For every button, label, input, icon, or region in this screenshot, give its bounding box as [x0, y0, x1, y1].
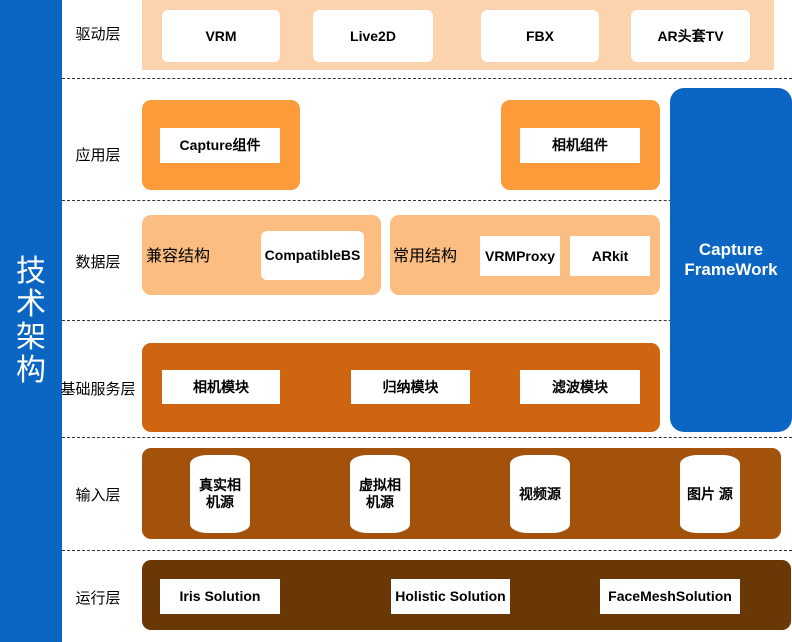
capture-component: Capture组件: [160, 128, 280, 163]
layer-label-application: 应用层: [54, 143, 142, 165]
real-camera-source: 真实相机源: [190, 455, 250, 533]
compatible-bs: CompatibleBS: [261, 231, 364, 280]
common-structure-label: 常用结构: [393, 243, 457, 265]
layer-divider: [62, 437, 792, 438]
layer-label-runtime: 运行层: [54, 586, 142, 608]
image-source: 图片 源: [680, 455, 740, 533]
framework-title-line1: Capture: [699, 240, 763, 260]
driver-item-ar-headset-tv: AR头套TV: [631, 10, 750, 62]
layer-label-data: 数据层: [54, 250, 142, 272]
arkit: ARkit: [570, 236, 650, 276]
layer-label-driver: 驱动层: [54, 22, 142, 44]
camera-component: 相机组件: [520, 128, 640, 163]
architecture-title: 技术架构: [15, 255, 47, 387]
layer-divider: [62, 78, 792, 79]
vrm-proxy: VRMProxy: [480, 236, 560, 276]
capture-framework-block: Capture FrameWork: [670, 88, 792, 432]
side-title-bar: 技术架构: [0, 0, 62, 642]
virtual-camera-source: 虚拟相机源: [350, 455, 410, 533]
driver-item-vrm: VRM: [162, 10, 280, 62]
driver-item-fbx: FBX: [481, 10, 599, 62]
induction-module: 归纳模块: [351, 370, 470, 404]
video-source: 视频源: [510, 455, 570, 533]
filter-module: 滤波模块: [520, 370, 640, 404]
layer-label-input: 输入层: [54, 483, 142, 505]
compat-structure-label: 兼容结构: [146, 243, 210, 265]
framework-title-line2: FrameWork: [684, 260, 777, 280]
holistic-solution: Holistic Solution: [391, 579, 510, 614]
camera-module: 相机模块: [162, 370, 280, 404]
iris-solution: Iris Solution: [160, 579, 280, 614]
layer-divider: [62, 550, 792, 551]
layer-label-base-service: 基础服务层: [54, 377, 142, 399]
driver-item-live2d: Live2D: [313, 10, 433, 62]
facemesh-solution: FaceMeshSolution: [600, 579, 740, 614]
